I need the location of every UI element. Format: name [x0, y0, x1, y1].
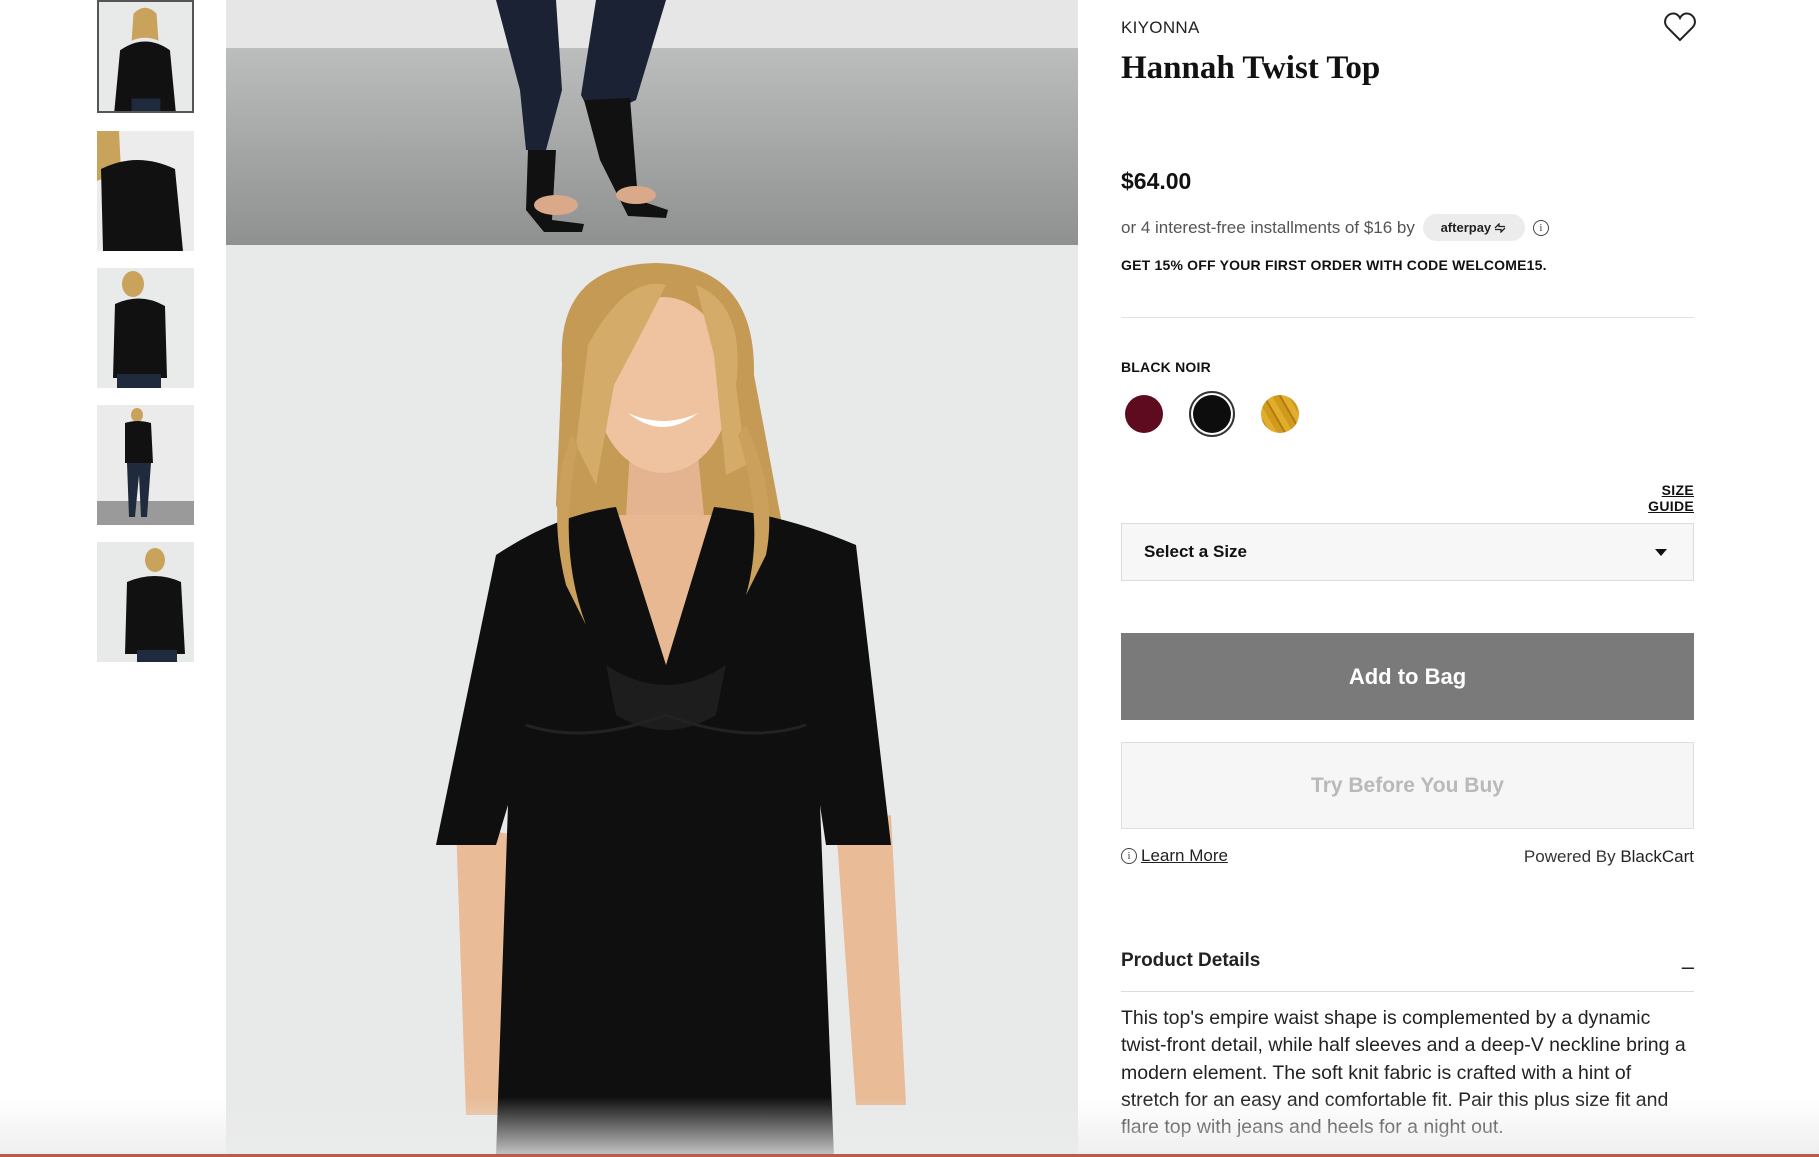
product-gallery [226, 0, 1078, 1157]
thumbnail-4[interactable] [97, 405, 194, 525]
product-details-toggle[interactable]: Product Details – [1121, 950, 1694, 992]
size-select[interactable]: Select a Size [1121, 523, 1694, 581]
product-title: Hannah Twist Top [1121, 50, 1381, 86]
product-image-legs[interactable] [226, 0, 1078, 245]
afterpay-arrows-icon [1494, 222, 1506, 233]
afterpay-label: afterpay [1440, 220, 1492, 235]
thumbnail-image [97, 405, 194, 525]
powered-by-brand: BlackCart [1620, 847, 1694, 866]
promo-banner: GET 15% OFF YOUR FIRST ORDER WITH CODE W… [1121, 257, 1547, 273]
swatch-burgundy[interactable] [1121, 391, 1167, 437]
installments-text: or 4 interest-free installments of $16 b… [1121, 217, 1415, 237]
info-circle-icon[interactable]: i [1532, 219, 1549, 236]
swatch-gold[interactable] [1257, 391, 1303, 437]
thumbnail-image [97, 268, 194, 388]
thumbnail-image [99, 2, 192, 111]
caret-down-icon [1655, 549, 1667, 556]
divider [1121, 317, 1694, 318]
thumbnail-image [97, 542, 194, 662]
thumbnail-2[interactable] [97, 131, 194, 251]
info-circle-icon: i [1121, 848, 1137, 864]
afterpay-logo[interactable]: afterpay [1422, 214, 1525, 241]
product-description: This top's empire waist shape is complem… [1121, 1007, 1686, 1139]
product-photo [226, 0, 1078, 245]
swatch-black-noir[interactable] [1189, 391, 1235, 437]
divider [1121, 991, 1694, 992]
thumbnail-image [97, 131, 194, 251]
swatch-color [1193, 395, 1231, 433]
color-swatches [1121, 391, 1303, 437]
learn-more-link[interactable]: Learn More [1141, 846, 1228, 866]
swatch-color [1125, 395, 1163, 433]
heart-outline-icon[interactable] [1663, 11, 1697, 43]
selected-color-label: BLACK NOIR [1121, 359, 1211, 375]
product-photo [226, 245, 1078, 1157]
thumbnail-5[interactable] [97, 542, 194, 662]
size-guide-link[interactable]: SIZE GUIDE [1612, 482, 1694, 514]
powered-by-prefix: Powered By [1523, 847, 1621, 866]
installments-row: or 4 interest-free installments of $16 b… [1121, 214, 1549, 241]
product-details-heading: Product Details [1121, 950, 1261, 971]
collapse-icon: – [1681, 954, 1694, 979]
brand-name[interactable]: KIYONNA [1121, 18, 1200, 38]
try-before-you-buy-button[interactable]: Try Before You Buy [1121, 742, 1694, 829]
product-price: $64.00 [1121, 168, 1192, 194]
swatch-color [1261, 395, 1299, 433]
thumbnail-3[interactable] [97, 268, 194, 388]
learn-more-row: i Learn More [1121, 846, 1228, 866]
size-select-label: Select a Size [1144, 542, 1248, 561]
add-to-bag-button[interactable]: Add to Bag [1121, 633, 1694, 720]
thumbnail-1[interactable] [97, 0, 194, 113]
powered-by: Powered By BlackCart [1524, 847, 1694, 867]
product-image-main[interactable] [226, 245, 1078, 1157]
